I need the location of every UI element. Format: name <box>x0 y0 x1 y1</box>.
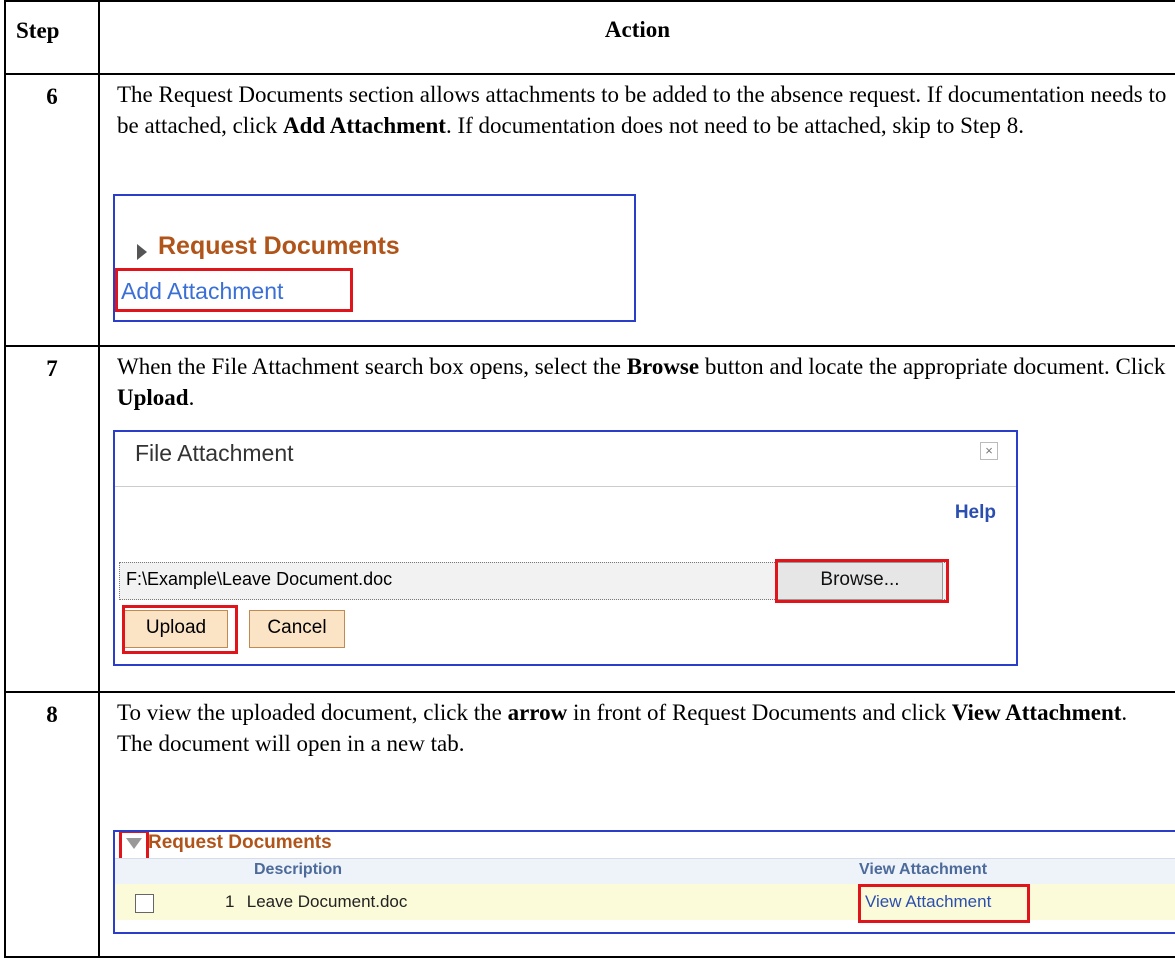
header-action: Action <box>604 17 671 42</box>
file-attachment-dialog: File Attachment × Help F:\Example\Leave … <box>113 430 1018 666</box>
table-border-top <box>4 0 1175 2</box>
dialog-title: File Attachment <box>135 440 294 466</box>
instruction-emphasis: Browse <box>626 354 700 379</box>
instruction-text: button and locate the appropriate docume… <box>699 354 1166 379</box>
column-header-description: Description <box>254 861 343 878</box>
section-title: Request Documents <box>148 832 332 853</box>
instruction-emphasis: arrow <box>507 700 568 725</box>
row-checkbox[interactable] <box>135 894 154 913</box>
request-documents-grid: Request Documents Description View Attac… <box>113 830 1175 934</box>
dialog-divider <box>115 486 1016 487</box>
row-number: 1 <box>225 892 235 911</box>
step-6-instructions: The Request Documents section allows att… <box>117 79 1167 141</box>
instruction-text: . <box>188 385 195 410</box>
instruction-text: To view the uploaded document, click the <box>117 700 508 725</box>
request-documents-screenshot: Request Documents Add Attachment <box>113 194 636 322</box>
instruction-text: . If documentation does not need to be a… <box>445 113 1025 138</box>
row-description-text: Leave Document.doc <box>246 892 408 911</box>
step-number: 8 <box>46 702 58 727</box>
table-row-divider <box>4 691 1175 693</box>
column-header-view-attachment: View Attachment <box>859 861 988 878</box>
table-border-left <box>4 0 6 958</box>
header-step-label: Step <box>16 18 60 43</box>
table-column-divider <box>98 0 100 958</box>
row-description: Leave Document.doc <box>242 892 408 912</box>
header-step: Step <box>16 16 76 45</box>
highlight-box <box>858 884 1030 923</box>
help-link[interactable]: Help <box>955 502 996 524</box>
table-row: 1 Leave Document.doc View Attachment <box>115 884 1175 923</box>
expand-arrow-icon[interactable] <box>137 244 147 260</box>
section-title: Request Documents <box>158 232 400 260</box>
step-8-instructions: To view the uploaded document, click the… <box>117 697 1167 759</box>
highlight-box <box>775 559 949 603</box>
instruction-text: When the File Attachment search box open… <box>117 354 627 379</box>
table-row-divider <box>4 73 1175 75</box>
file-path-value: F:\Example\Leave Document.doc <box>126 569 393 589</box>
step-7-instructions: When the File Attachment search box open… <box>117 351 1167 413</box>
step-number: 7 <box>46 356 58 381</box>
step-number: 6 <box>46 84 58 109</box>
instruction-emphasis: Upload <box>117 385 189 410</box>
table-row-divider <box>4 345 1175 347</box>
grid-header-row: Description View Attachment <box>115 858 1175 885</box>
table-border-bottom <box>4 956 1175 958</box>
instruction-emphasis: Add Attachment <box>283 113 446 138</box>
cancel-button[interactable]: Cancel <box>249 610 345 648</box>
close-icon[interactable]: × <box>980 442 998 460</box>
instruction-emphasis: View Attachment <box>951 700 1122 725</box>
instruction-text: in front of Request Documents and click <box>567 700 952 725</box>
highlight-box <box>122 605 238 654</box>
highlight-box <box>115 268 353 312</box>
